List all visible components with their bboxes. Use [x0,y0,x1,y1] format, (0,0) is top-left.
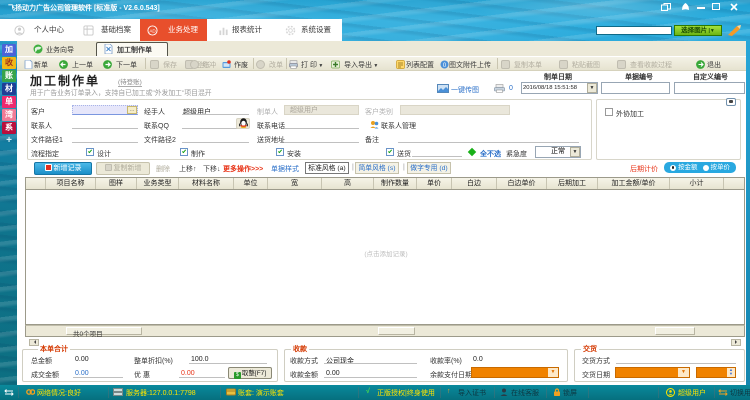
svg-text:AD: AD [149,28,156,33]
